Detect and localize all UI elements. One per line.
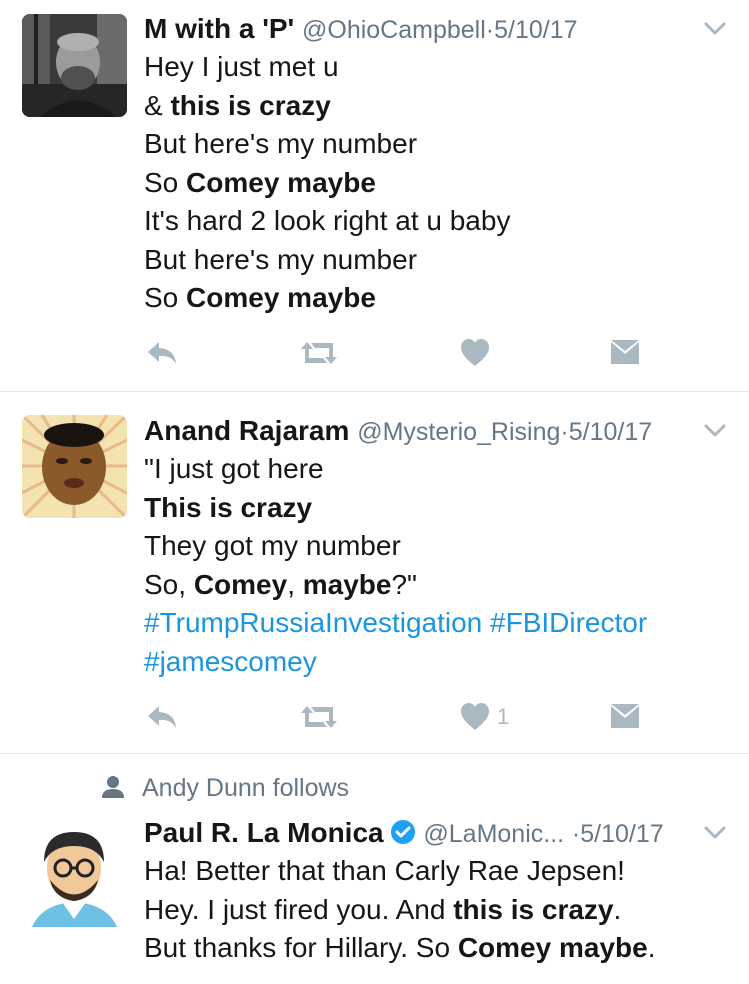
separator-dot: · (560, 418, 569, 446)
verified-badge-icon (390, 817, 416, 855)
tweet-text: "I just got here This is crazy They got my… (144, 450, 729, 681)
text-run: "I just got here (144, 453, 324, 484)
tweet-header: M with a 'P' @OhioCampbell·5/10/17 (144, 10, 729, 48)
social-context-text[interactable]: Andy Dunn follows (142, 774, 349, 802)
tweet[interactable]: Anand Rajaram @Mysterio_Rising·5/10/17 "… (0, 392, 749, 754)
text-run: But here's my number (144, 243, 418, 275)
person-icon (100, 774, 128, 807)
tweet-text-line: But here's my number (144, 125, 729, 164)
text-run: Hey. I just fired you. And (144, 893, 454, 925)
reply-icon (144, 702, 180, 732)
hashtag-link[interactable]: #TrumpRussiaInvestigation (144, 607, 482, 638)
tweet-text-line: So Comey maybe (144, 279, 729, 318)
user-handle[interactable]: @Mysterio_Rising (357, 418, 560, 446)
reply-button[interactable] (144, 335, 180, 371)
tweet-date[interactable]: 5/10/17 (494, 16, 577, 44)
tweet-text-line: Ha! Better that than Carly Rae Jepsen! (144, 852, 729, 891)
envelope-icon (609, 703, 641, 731)
envelope-icon (609, 339, 641, 367)
chevron-down-icon[interactable] (701, 818, 729, 846)
direct-message-button[interactable] (609, 335, 641, 371)
like-button[interactable]: 1 (459, 699, 509, 735)
tweet-text-line: Hey. I just fired you. And this is crazy… (144, 891, 729, 930)
user-handle[interactable]: @OhioCampbell (302, 16, 486, 44)
reply-button[interactable] (144, 699, 180, 735)
text-run: So, (144, 568, 194, 600)
tweet[interactable]: Andy Dunn follows Paul R. La Monica @LaM… (0, 754, 749, 984)
text-run: So (144, 166, 187, 198)
display-name[interactable]: M with a 'P' (144, 13, 294, 44)
like-count: 1 (497, 704, 510, 729)
avatar[interactable] (22, 824, 127, 927)
bold-text: this is crazy (453, 893, 614, 925)
tweet-date[interactable]: 5/10/17 (580, 820, 663, 848)
tweet-text-line: So Comey maybe (144, 164, 729, 203)
heart-icon (459, 702, 491, 732)
bold-text: Comey maybe (457, 932, 648, 963)
retweet-icon (299, 702, 339, 732)
display-name[interactable]: Paul R. La Monica (144, 817, 384, 848)
separator-dot: · (571, 820, 581, 848)
bold-text: Comey maybe (186, 166, 376, 198)
tweet-text-line: But thanks for Hillary. So Comey maybe. (144, 929, 729, 968)
retweet-button[interactable] (299, 335, 339, 371)
display-name[interactable]: Anand Rajaram (144, 415, 349, 446)
tweet[interactable]: M with a 'P' @OhioCampbell·5/10/17 Hey I… (0, 0, 749, 392)
bold-text: This is crazy (144, 491, 313, 523)
text-run: Ha! Better that than Carly Rae Jepsen! (144, 855, 625, 886)
retweet-button[interactable] (299, 699, 339, 735)
chevron-down-icon[interactable] (701, 14, 729, 42)
text-run: . (613, 893, 622, 925)
text-run: But thanks for Hillary. So (144, 932, 458, 963)
heart-icon (459, 338, 491, 368)
avatar[interactable] (22, 14, 127, 117)
text-run: ?" (391, 568, 417, 600)
tweet-header: Paul R. La Monica @LaMonic... ·5/10/17 (144, 814, 729, 852)
tweet-header: Anand Rajaram @Mysterio_Rising·5/10/17 (144, 412, 729, 450)
tweet-text-line: This is crazy (144, 489, 729, 528)
text-run: , (287, 568, 303, 600)
direct-message-button[interactable] (609, 699, 641, 735)
tweet-text-line: They got my number (144, 527, 729, 566)
bold-text: maybe (302, 568, 392, 600)
retweet-icon (299, 338, 339, 368)
tweet-text-line: But here's my number (144, 241, 729, 280)
tweet-text-line: #TrumpRussiaInvestigation #FBIDirector (144, 604, 729, 643)
tweet-text: Ha! Better that than Carly Rae Jepsen! He… (144, 852, 729, 968)
bold-text: Comey maybe (186, 282, 376, 313)
bold-text: this is crazy (170, 89, 331, 121)
hashtag-link[interactable]: #jamescomey (144, 646, 317, 677)
avatar[interactable] (22, 415, 127, 518)
tweet-text-line: #jamescomey (144, 643, 729, 682)
bold-text: Comey (193, 568, 288, 600)
social-context: Andy Dunn follows (100, 774, 500, 807)
text-run: Hey I just met u (144, 51, 339, 82)
separator-dot: · (485, 16, 495, 44)
text-run (482, 607, 490, 638)
tweet-date[interactable]: 5/10/17 (569, 418, 652, 446)
reply-icon (144, 338, 180, 368)
user-handle[interactable]: @LaMonic... (423, 820, 564, 848)
tweet-text-line: & this is crazy (144, 87, 729, 126)
tweet-text: Hey I just met u & this is crazy But here'… (144, 48, 729, 318)
text-run: & (144, 89, 171, 121)
text-run: So (144, 282, 187, 313)
tweet-text-line: Hey I just met u (144, 48, 729, 87)
chevron-down-icon[interactable] (701, 416, 729, 444)
text-run: It's hard 2 look right at u baby (144, 205, 511, 236)
hashtag-link[interactable]: #FBIDirector (490, 607, 647, 638)
tweet-text-line: So, Comey, maybe?" (144, 566, 729, 605)
text-run: But here's my number (144, 128, 418, 159)
tweet-text-line: It's hard 2 look right at u baby (144, 202, 729, 241)
text-run: They got my number (144, 530, 401, 561)
text-run: . (647, 932, 656, 963)
tweet-text-line: "I just got here (144, 450, 729, 489)
like-button[interactable] (459, 335, 497, 371)
